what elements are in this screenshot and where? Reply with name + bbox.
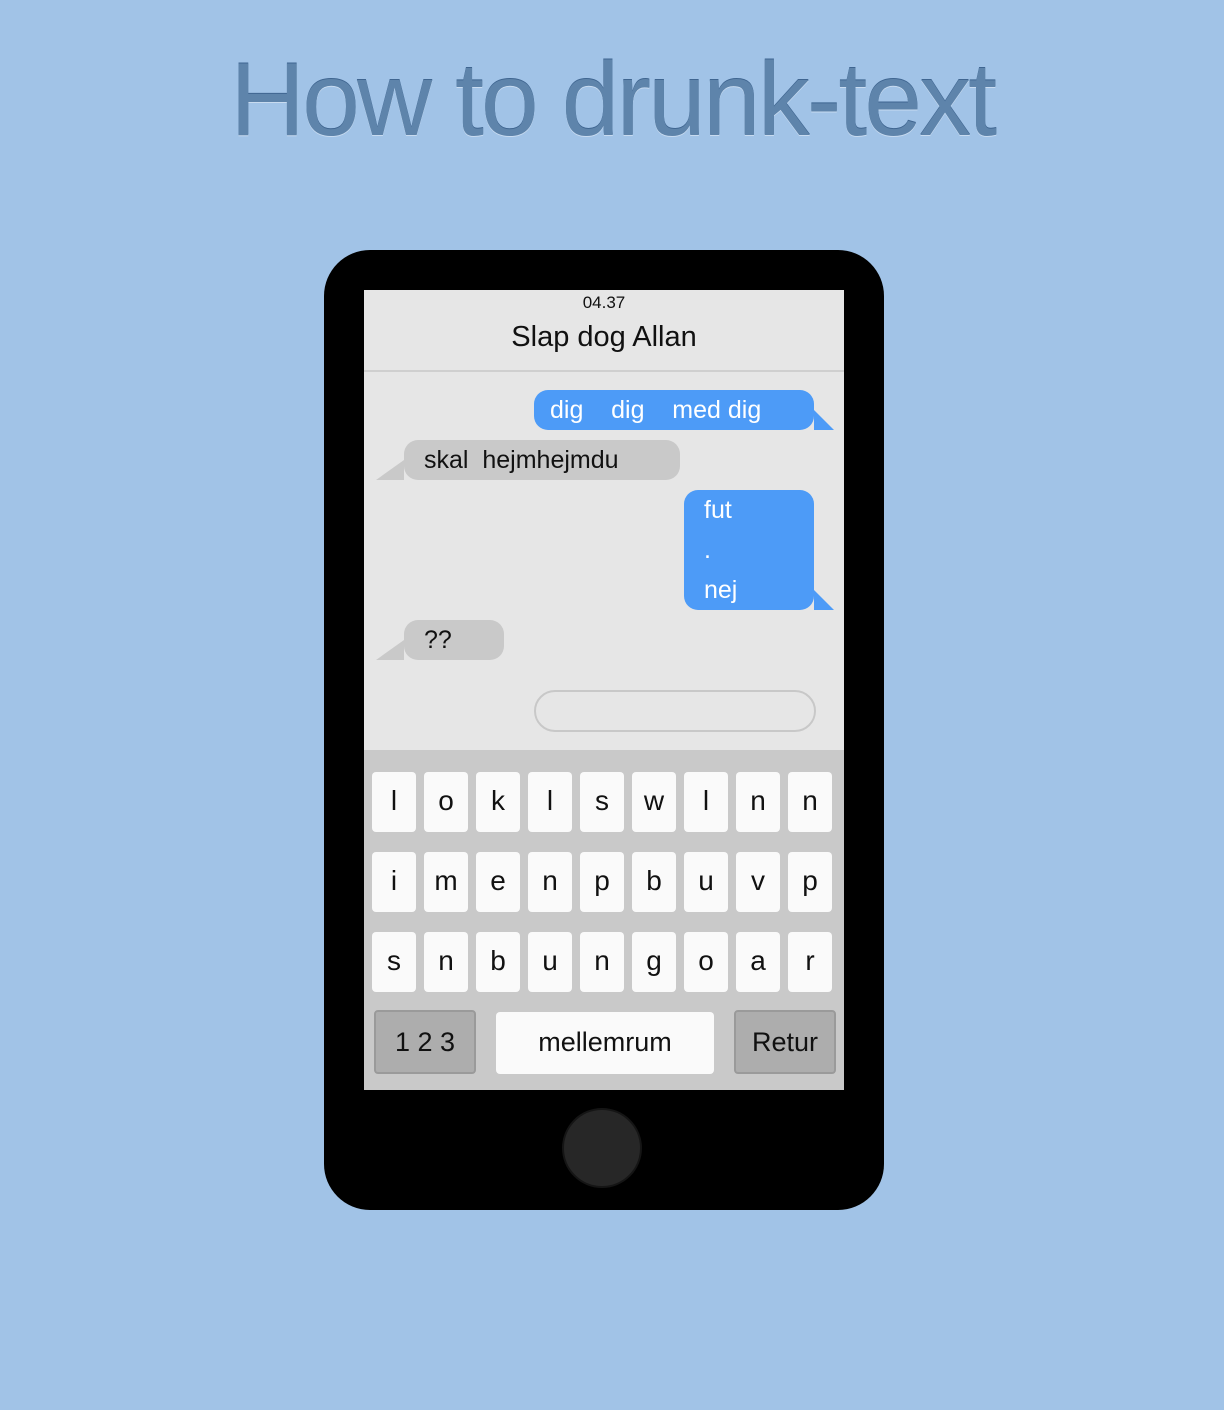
phone-screen: 04.37 Slap dog Allan dig dig med dig ska… [364,290,844,1090]
key[interactable]: o [424,772,468,832]
header-divider [364,370,844,372]
key[interactable]: s [372,932,416,992]
bubble-tail [376,640,404,660]
message-input[interactable] [534,690,816,732]
key[interactable]: l [684,772,728,832]
space-key[interactable]: mellemrum [496,1012,714,1074]
key[interactable]: b [476,932,520,992]
message-line: skal hejmhejmdu [424,446,619,474]
key[interactable]: o [684,932,728,992]
return-key[interactable]: Retur [734,1010,836,1074]
key[interactable]: g [632,932,676,992]
bubble-tail [814,590,834,610]
bubble-tail [376,460,404,480]
contact-name: Slap dog Allan [511,321,697,353]
key[interactable]: b [632,852,676,912]
key[interactable]: l [528,772,572,832]
key[interactable]: e [476,852,520,912]
key[interactable]: p [788,852,832,912]
key[interactable]: s [580,772,624,832]
key[interactable]: n [736,772,780,832]
key[interactable]: n [580,932,624,992]
key[interactable]: v [736,852,780,912]
key[interactable]: n [788,772,832,832]
bubble-tail [814,410,834,430]
key[interactable]: n [528,852,572,912]
message-bubble-received: ?? [404,620,504,660]
phone: 04.37 Slap dog Allan dig dig med dig ska… [324,250,884,1210]
numbers-key[interactable]: 1 2 3 [374,1010,476,1074]
message-bubble-sent: fut . nej [684,490,814,610]
key[interactable]: a [736,932,780,992]
key[interactable]: u [528,932,572,992]
message-line: ?? [424,626,452,654]
message-bubble-received: skal hejmhejmdu [404,440,680,480]
keyboard: l o k l s w l n n i m e n p b u v p s n … [364,750,844,1090]
key[interactable]: u [684,852,728,912]
status-time: 04.37 [582,293,626,312]
message-line: . [704,536,711,564]
key[interactable]: w [632,772,676,832]
key[interactable]: l [372,772,416,832]
key[interactable]: m [424,852,468,912]
key[interactable]: p [580,852,624,912]
key[interactable]: i [372,852,416,912]
message-line: fut [704,496,732,524]
key[interactable]: r [788,932,832,992]
message-bubble-sent: dig dig med dig [534,390,814,430]
key[interactable]: k [476,772,520,832]
key[interactable]: n [424,932,468,992]
home-button[interactable] [562,1108,642,1188]
message-line: dig dig med dig [550,396,762,424]
page-title: How to drunk-text [230,42,997,158]
message-line: nej [704,576,738,604]
